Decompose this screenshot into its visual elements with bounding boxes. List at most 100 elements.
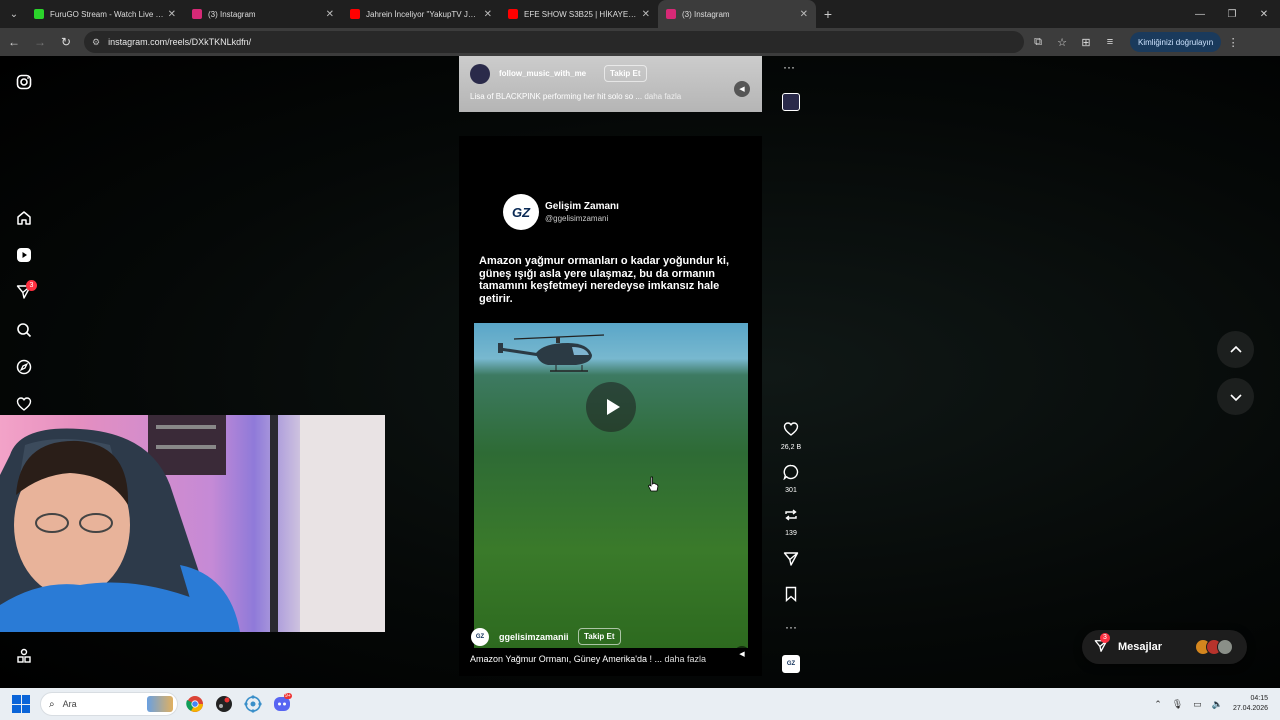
previous-reel-button[interactable]: [1217, 331, 1254, 368]
repost-action[interactable]: 139: [775, 507, 807, 537]
tab-title: EFE SHOW S3B25 | HİKAYEDEN...: [524, 9, 638, 19]
volume-icon[interactable]: 🔈: [1212, 699, 1223, 710]
caption-more-link[interactable]: daha fazla: [664, 654, 706, 664]
tab-youtube-jahrein[interactable]: Jahrein İnceliyor "YakupTV Jeto... ✕: [342, 0, 500, 28]
direct-messages-icon[interactable]: 3: [16, 280, 37, 300]
share-action[interactable]: [775, 551, 807, 571]
next-reel-button[interactable]: [1217, 378, 1254, 415]
hand-cursor-icon: [648, 476, 659, 492]
tab-title: FuruGO Stream - Watch Live o...: [50, 9, 164, 19]
repost-icon[interactable]: [775, 507, 807, 527]
speaker-icon[interactable]: ◀: [734, 81, 750, 97]
reel-video[interactable]: [474, 323, 748, 648]
search-icon[interactable]: [16, 322, 32, 338]
search-icon: ⌕: [49, 698, 55, 710]
comment-icon[interactable]: [775, 464, 807, 484]
microphone-icon[interactable]: 🎙: [1172, 699, 1183, 710]
new-tab-button[interactable]: +: [816, 2, 840, 26]
brand-handle: @ggelisimzamani: [545, 214, 609, 223]
tab-furugo[interactable]: FuruGO Stream - Watch Live o... ✕: [26, 0, 184, 28]
youtube-favicon: [508, 9, 518, 19]
close-tab-icon[interactable]: ✕: [642, 9, 650, 20]
repost-count: 139: [785, 530, 797, 537]
comment-count: 301: [785, 487, 797, 494]
tab-instagram-1[interactable]: (3) Instagram ✕: [184, 0, 342, 28]
more-options-action[interactable]: ···: [775, 619, 807, 635]
comment-action[interactable]: 301: [775, 464, 807, 494]
reel-headline: Amazon yağmur ormanları o kadar yoğundur…: [479, 255, 729, 305]
message-avatars: [1195, 639, 1233, 655]
audio-thumbnail[interactable]: GZ: [775, 655, 807, 673]
cast-icon[interactable]: ⧉: [1026, 30, 1050, 54]
close-tab-icon[interactable]: ✕: [326, 9, 334, 20]
reload-icon[interactable]: ↻: [54, 30, 78, 54]
discord-app-icon[interactable]: 9+: [270, 692, 294, 716]
like-action[interactable]: 26,2 B: [775, 421, 807, 451]
current-reel[interactable]: GZ Gelişim Zamanı @ggelisimzamani Amazon…: [459, 136, 762, 676]
close-tab-icon[interactable]: ✕: [168, 9, 176, 20]
forward-icon[interactable]: →: [28, 30, 52, 54]
avatar[interactable]: [470, 64, 490, 84]
tab-search-button[interactable]: ⌄: [2, 2, 26, 26]
display-icon[interactable]: ▭: [1193, 699, 1202, 710]
tab-title: (3) Instagram: [682, 9, 730, 19]
audio-thumbnail-logo: GZ: [782, 655, 800, 673]
browser-menu-icon[interactable]: ⋮: [1221, 30, 1245, 54]
site-info-icon[interactable]: ⚙: [92, 37, 100, 48]
save-action[interactable]: [775, 586, 807, 606]
windows-start-icon[interactable]: [12, 695, 30, 713]
previous-reel-audio-thumbnail[interactable]: [782, 93, 800, 111]
messages-badge: 3: [1100, 632, 1110, 643]
caption-more-link[interactable]: daha fazla: [644, 92, 681, 101]
play-button[interactable]: [586, 382, 636, 432]
notifications-heart-icon[interactable]: [16, 396, 32, 412]
chrome-app-icon[interactable]: [183, 692, 207, 716]
address-bar[interactable]: ⚙ instagram.com/reels/DXkTKNLkdfn/: [84, 31, 1024, 53]
taskbar-search[interactable]: ⌕ Ara: [40, 692, 178, 716]
taskbar-search-placeholder: Ara: [62, 699, 77, 709]
speaker-icon[interactable]: ◀: [734, 646, 750, 662]
extensions-icon[interactable]: ⊞: [1074, 30, 1098, 54]
brand-header: GZ Gelişim Zamanı @ggelisimzamani: [503, 194, 619, 230]
previous-reel-follow-button[interactable]: Takip Et: [604, 65, 647, 82]
minimize-icon[interactable]: —: [1184, 0, 1216, 28]
close-tab-icon[interactable]: ✕: [484, 9, 492, 20]
close-tab-icon[interactable]: ✕: [800, 9, 808, 20]
close-window-icon[interactable]: ✕: [1248, 0, 1280, 28]
previous-reel-username[interactable]: follow_music_with_me: [499, 69, 586, 78]
bookmark-icon[interactable]: [775, 586, 807, 606]
webcam-overlay: [0, 415, 385, 632]
more-menu-icon[interactable]: [16, 648, 32, 664]
bookmark-star-icon[interactable]: ☆: [1050, 30, 1074, 54]
chevron-down-icon: [1229, 393, 1242, 401]
previous-reel-more-icon[interactable]: ···: [783, 60, 795, 74]
taskbar-clock[interactable]: 04:15 27.04.2026: [1233, 694, 1268, 714]
back-icon[interactable]: ←: [2, 30, 26, 54]
instagram-page: 3 follow_music_with_me Takip Et Lisa of …: [0, 56, 1280, 688]
restore-icon[interactable]: ❐: [1216, 0, 1248, 28]
messages-button[interactable]: 3 Mesajlar: [1082, 630, 1247, 664]
reading-list-icon[interactable]: ≡: [1098, 30, 1122, 54]
previous-reel[interactable]: follow_music_with_me Takip Et Lisa of BL…: [459, 56, 762, 112]
like-heart-icon[interactable]: [775, 421, 807, 441]
avatar[interactable]: GZ: [471, 628, 489, 646]
tab-youtube-efe[interactable]: EFE SHOW S3B25 | HİKAYEDEN... ✕: [500, 0, 658, 28]
home-icon[interactable]: [16, 210, 32, 226]
network-app-icon[interactable]: [241, 692, 265, 716]
tab-instagram-active[interactable]: (3) Instagram ✕: [658, 0, 816, 28]
brand-logo: GZ: [503, 194, 539, 230]
like-count: 26,2 B: [780, 444, 802, 451]
instagram-logo-icon[interactable]: [16, 74, 32, 90]
tray-expand-icon[interactable]: ⌃: [1154, 699, 1162, 710]
recording-app-icon[interactable]: [212, 692, 236, 716]
reel-follow-button[interactable]: Takip Et: [578, 628, 621, 645]
more-options-icon[interactable]: ···: [775, 619, 807, 635]
play-icon: [606, 399, 620, 415]
reel-username[interactable]: ggelisimzamanii: [499, 632, 569, 642]
verify-identity-button[interactable]: Kimliğinizi doğrulayın: [1130, 32, 1222, 52]
chevron-up-icon: [1229, 345, 1242, 353]
instagram-favicon: [192, 9, 202, 19]
explore-compass-icon[interactable]: [16, 359, 32, 375]
share-send-icon[interactable]: [775, 551, 807, 571]
reels-icon[interactable]: [16, 247, 32, 263]
